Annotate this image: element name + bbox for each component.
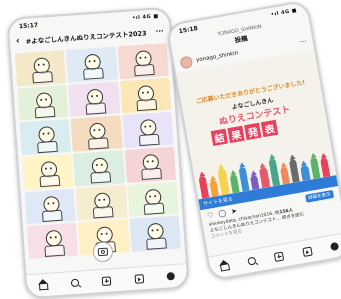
character-body xyxy=(143,202,165,215)
banner-char: 発 xyxy=(244,122,262,141)
character-body xyxy=(87,136,109,150)
banner-char: 結 xyxy=(210,128,229,147)
bottom-nav xyxy=(26,263,188,298)
bottom-nav xyxy=(208,232,341,280)
crayon xyxy=(288,158,301,183)
post-username[interactable]: yonago_shinkin xyxy=(196,50,239,63)
character-body xyxy=(83,67,104,81)
character-body xyxy=(139,133,160,146)
share-icon[interactable]: ➤ xyxy=(230,207,237,216)
contest-thumbnail[interactable] xyxy=(17,84,69,121)
home-icon[interactable] xyxy=(38,283,49,290)
character-body xyxy=(36,140,58,153)
crayon xyxy=(238,166,250,192)
contest-thumbnail[interactable] xyxy=(124,146,177,183)
crayon xyxy=(279,166,291,185)
left-phone: 15:17 •ıl 4G ■ ‹ #よなごしんきんぬりえコンテスト2023 ··… xyxy=(6,6,190,299)
crayon xyxy=(198,175,210,199)
contest-thumbnail[interactable] xyxy=(19,119,72,156)
contest-thumbnail[interactable] xyxy=(66,46,118,83)
search-icon[interactable] xyxy=(70,278,80,288)
status-time: 15:17 xyxy=(18,21,39,30)
avatar[interactable] xyxy=(179,55,194,70)
add-post-icon[interactable] xyxy=(274,251,285,262)
contest-thumbnail[interactable] xyxy=(73,150,125,187)
crayon xyxy=(229,174,240,194)
profile-icon[interactable] xyxy=(166,271,176,281)
more-options-icon[interactable]: ··· xyxy=(299,37,307,46)
contest-thumbnail[interactable] xyxy=(14,50,67,87)
signal-indicator: •ıl 4G ■ xyxy=(132,13,159,22)
reels-icon[interactable] xyxy=(134,273,145,284)
contest-thumbnail[interactable] xyxy=(122,112,174,149)
camera-icon xyxy=(97,247,109,257)
contest-thumbnail[interactable] xyxy=(26,223,79,260)
character-body xyxy=(136,98,158,112)
character-body xyxy=(39,175,60,188)
right-phone: 15:18 •ıl 4G ■ YONAGO_SHINKIN 投稿 yonago_… xyxy=(165,0,341,282)
search-icon[interactable] xyxy=(247,256,257,266)
crayon xyxy=(319,157,331,178)
reels-icon[interactable] xyxy=(302,246,313,257)
contest-thumbnail[interactable] xyxy=(68,81,120,118)
crayon xyxy=(259,167,270,189)
back-arrow-icon[interactable]: ‹ xyxy=(16,36,20,46)
character-body xyxy=(134,64,156,77)
character-body xyxy=(41,209,63,222)
crayon xyxy=(250,174,260,190)
status-time: 15:18 xyxy=(178,24,199,35)
add-post-icon[interactable] xyxy=(102,275,112,286)
character-body xyxy=(85,102,107,115)
post-grid xyxy=(14,42,181,260)
character-body xyxy=(141,167,163,181)
comment-icon[interactable]: ◯ xyxy=(218,209,227,218)
heart-icon[interactable]: ♡ xyxy=(207,211,215,220)
contest-thumbnail[interactable] xyxy=(129,215,181,252)
character-body xyxy=(146,237,168,250)
contest-thumbnail[interactable] xyxy=(22,153,74,190)
contest-thumbnail[interactable] xyxy=(117,42,169,79)
signal-indicator: •ıl 4G ■ xyxy=(270,7,298,18)
home-icon[interactable] xyxy=(219,263,230,272)
profile-icon[interactable] xyxy=(330,241,340,252)
post-image[interactable]: ご応募いただきありがとうございました! よなごしんきん ぬりえコンテスト 結 果… xyxy=(176,49,337,200)
crayon xyxy=(209,179,220,197)
banner-char: 果 xyxy=(227,125,245,144)
character-body xyxy=(92,206,114,219)
banner-char: 表 xyxy=(260,119,279,138)
camera-button[interactable] xyxy=(92,241,114,263)
contest-thumbnail[interactable] xyxy=(126,181,179,218)
contest-thumbnail[interactable] xyxy=(70,115,123,152)
more-options-icon[interactable]: ··· xyxy=(155,27,164,36)
character-body xyxy=(43,244,65,257)
contest-thumbnail[interactable] xyxy=(24,188,77,225)
character-body xyxy=(31,71,53,84)
crayon xyxy=(309,157,321,180)
crayon xyxy=(268,158,280,187)
contest-thumbnail[interactable] xyxy=(119,77,172,114)
character-body xyxy=(34,105,56,119)
contest-thumbnail[interactable] xyxy=(75,184,128,221)
character-body xyxy=(90,171,112,184)
crayon xyxy=(300,164,311,181)
crayon xyxy=(217,168,230,196)
